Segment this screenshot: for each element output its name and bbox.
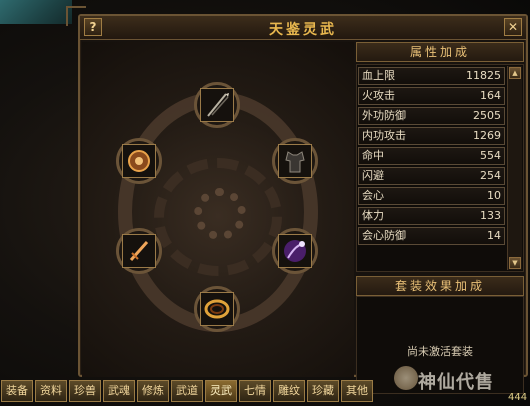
attr-label: 血上限 <box>362 69 395 82</box>
attr-label: 会心防御 <box>362 229 406 242</box>
attributes-list: 血上限 11825 火攻击 164 外功防御 2505 内功攻击 1269 命中 554 … <box>356 64 524 272</box>
window-titlebar: ? 天鉴灵武 ✕ <box>80 16 526 40</box>
lingwu-window: ? 天鉴灵武 ✕ 属性加成 血上限 11825 火攻击 164 外功防御 250… <box>78 14 528 394</box>
watermark-logo-icon <box>394 366 418 390</box>
watermark-text: 神仙代售 <box>418 372 494 393</box>
slot-dagger[interactable] <box>116 228 162 274</box>
attr-value: 2505 <box>473 109 501 122</box>
attr-row: 外功防御 2505 <box>358 107 505 125</box>
attr-label: 内功攻击 <box>362 129 406 142</box>
armor-icon <box>285 151 305 173</box>
dagger-icon <box>129 241 149 261</box>
attr-row: 内功攻击 1269 <box>358 127 505 145</box>
chain-weapon-icon <box>284 240 306 262</box>
bottom-tab-bar: 装备 资料 珍兽 武魂 修炼 武道 灵武 七情 雕纹 珍藏 其他 <box>1 380 373 404</box>
attr-row: 命中 554 <box>358 147 505 165</box>
bracelet-icon <box>204 299 230 319</box>
tab-wuhun[interactable]: 武魂 <box>103 380 135 402</box>
slot-amulet[interactable] <box>116 138 162 184</box>
attr-row: 血上限 11825 <box>358 67 505 85</box>
scroll-down-arrow-icon[interactable]: ▼ <box>509 257 521 269</box>
attr-label: 火攻击 <box>362 89 395 102</box>
attr-label: 体力 <box>362 209 384 222</box>
tab-cultivation[interactable]: 修炼 <box>137 380 169 402</box>
tab-lingwu[interactable]: 灵武 <box>205 380 237 402</box>
window-title: 天鉴灵武 <box>269 22 337 38</box>
tab-wudao[interactable]: 武道 <box>171 380 203 402</box>
attr-value: 254 <box>480 169 501 182</box>
attribute-panel: 属性加成 血上限 11825 火攻击 164 外功防御 2505 内功攻击 1269 命… <box>356 42 524 394</box>
attr-value: 164 <box>480 89 501 102</box>
slot-bracelet[interactable] <box>194 286 240 332</box>
set-bonus-header: 套装效果加成 <box>356 276 524 296</box>
tab-other[interactable]: 其他 <box>341 380 373 402</box>
player-level: 444 <box>508 392 528 403</box>
attr-row: 体力 133 <box>358 207 505 225</box>
center-gear <box>194 188 246 240</box>
tab-profile[interactable]: 资料 <box>35 380 67 402</box>
attr-row: 火攻击 164 <box>358 87 505 105</box>
attr-value: 554 <box>480 149 501 162</box>
attr-label: 外功防御 <box>362 109 406 122</box>
scroll-up-arrow-icon[interactable]: ▲ <box>509 67 521 79</box>
attr-value: 10 <box>487 189 501 202</box>
attr-label: 命中 <box>362 149 384 162</box>
attr-row: 会心防御 14 <box>358 227 505 245</box>
attributes-scrollbar[interactable]: ▲ ▼ <box>507 66 522 270</box>
attr-value: 11825 <box>466 69 501 82</box>
attr-label: 会心 <box>362 189 384 202</box>
tab-collection[interactable]: 珍藏 <box>307 380 339 402</box>
attr-value: 133 <box>480 209 501 222</box>
attr-value: 1269 <box>473 129 501 142</box>
attr-value: 14 <box>487 229 501 242</box>
tab-pets[interactable]: 珍兽 <box>69 380 101 402</box>
tab-diaowen[interactable]: 雕纹 <box>273 380 305 402</box>
attributes-header: 属性加成 <box>356 42 524 62</box>
equipment-wheel <box>82 42 354 377</box>
attr-row: 会心 10 <box>358 187 505 205</box>
attr-label: 闪避 <box>362 169 384 182</box>
slot-spear[interactable] <box>194 82 240 128</box>
slot-chain-weapon[interactable] <box>272 228 318 274</box>
tab-qiqing[interactable]: 七情 <box>239 380 271 402</box>
spear-icon <box>207 93 229 117</box>
tab-equipment[interactable]: 装备 <box>1 380 33 402</box>
close-button[interactable]: ✕ <box>504 18 522 36</box>
amulet-icon <box>128 150 150 172</box>
scene-water <box>0 0 72 24</box>
slot-armor[interactable] <box>272 138 318 184</box>
attr-row: 闪避 254 <box>358 167 505 185</box>
